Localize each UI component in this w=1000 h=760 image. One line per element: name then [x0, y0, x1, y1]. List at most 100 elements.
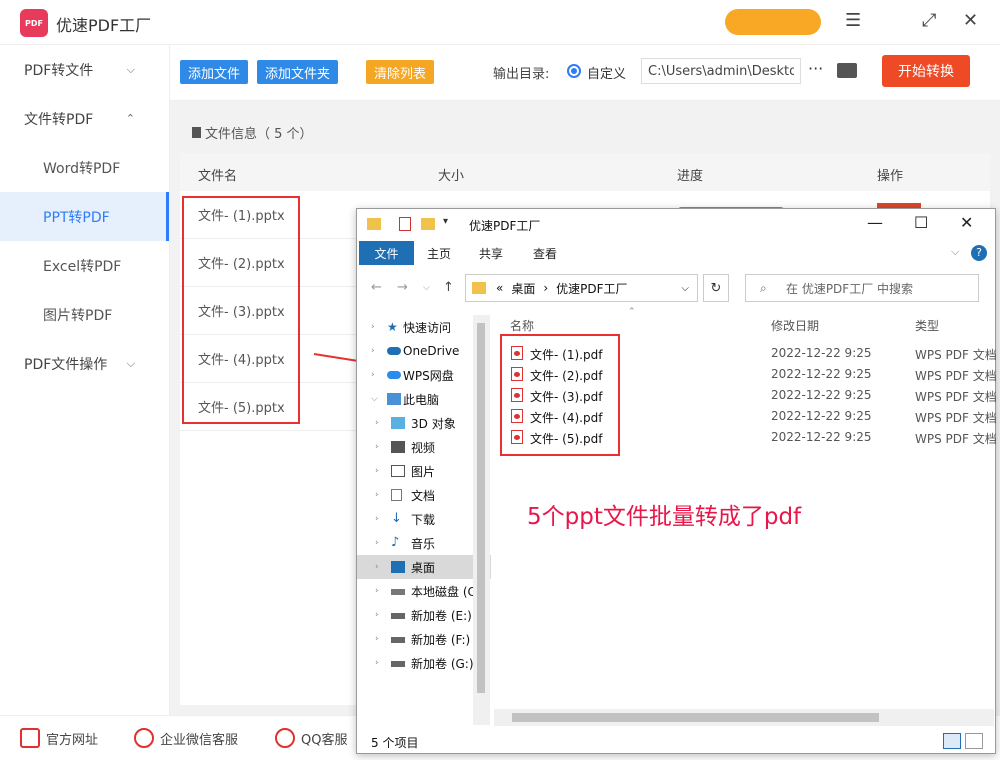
back-icon[interactable]: ←	[371, 280, 382, 295]
highlight-box-pptx	[182, 196, 300, 424]
tab-file[interactable]: 文件	[359, 241, 414, 265]
output-path-input[interactable]	[641, 58, 801, 84]
ribbon-expand-icon[interactable]: ⌵	[951, 245, 959, 259]
tree-item-wps-drive[interactable]: › WPS网盘	[357, 363, 491, 387]
explorer-titlebar: ▾ 优速PDF工厂 — ☐ ✕	[357, 209, 995, 241]
file-date: 2022-12-22 9:25	[771, 430, 872, 444]
add-file-button[interactable]: 添加文件	[180, 60, 249, 84]
tree-item-this-pc[interactable]: ⌵ 此电脑	[357, 387, 491, 411]
forward-icon[interactable]: →	[397, 280, 408, 295]
file-date: 2022-12-22 9:25	[771, 367, 872, 381]
drive-icon	[391, 637, 405, 643]
promo-button[interactable]	[725, 9, 821, 35]
folder-icon[interactable]	[837, 63, 857, 78]
breadcrumb-folder[interactable]: 优速PDF工厂	[556, 280, 627, 297]
tree-item-3d-objects[interactable]: › 3D 对象	[357, 411, 491, 435]
col-progress: 进度	[677, 169, 704, 184]
sidebar-item-word-to-pdf[interactable]: Word转PDF	[0, 143, 169, 192]
sidebar-item-label: 图片转PDF	[43, 307, 113, 324]
tree-item-label: 桌面	[411, 560, 436, 575]
help-icon[interactable]: ?	[971, 245, 987, 261]
sidebar-item-pdf-operations[interactable]: PDF文件操作 ⌵	[0, 339, 169, 388]
tab-view[interactable]: 查看	[533, 245, 557, 262]
properties-icon[interactable]	[399, 217, 411, 231]
video-icon	[391, 441, 405, 453]
tree-item-label: 新加卷 (F:)	[411, 632, 471, 647]
tree-item-label: 图片	[411, 464, 436, 479]
refresh-icon[interactable]: ↻	[703, 274, 729, 302]
col-type[interactable]: 类型	[915, 317, 939, 334]
expand-icon: ›	[371, 322, 375, 332]
official-site-link[interactable]: 官方网址	[20, 728, 98, 748]
close-icon[interactable]: ✕	[960, 213, 973, 232]
breadcrumb-separator-icon: ›	[543, 281, 549, 295]
sidebar-item-file-to-pdf[interactable]: 文件转PDF ⌃	[0, 94, 169, 143]
scrollbar-thumb[interactable]	[477, 323, 485, 693]
address-dropdown-icon[interactable]: ⌵	[681, 283, 689, 294]
expand-icon: ›	[375, 538, 379, 548]
expand-icon: ›	[375, 586, 379, 596]
tree-item-videos[interactable]: › 视频	[357, 435, 491, 459]
tab-share[interactable]: 共享	[479, 245, 503, 262]
tree-item-local-disk-c[interactable]: › 本地磁盘 (C	[357, 579, 491, 603]
recent-dropdown-icon[interactable]: ⌵	[423, 283, 430, 293]
scrollbar-thumb[interactable]	[512, 713, 879, 722]
tree-item-volume-e[interactable]: › 新加卷 (E:)	[357, 603, 491, 627]
file-type: WPS PDF 文档	[915, 390, 997, 404]
file-explorer-window: ▾ 优速PDF工厂 — ☐ ✕ 文件 主页 共享 查看 ⌵ ? ← → ⌵ ↑ …	[356, 208, 997, 754]
tree-item-music[interactable]: › ♪ 音乐	[357, 531, 491, 555]
wechat-support-label: 企业微信客服	[160, 732, 239, 748]
details-view-icon[interactable]	[943, 733, 961, 749]
address-bar[interactable]: « 桌面 › 优速PDF工厂 ⌵	[465, 274, 698, 302]
new-folder-icon[interactable]	[421, 218, 435, 230]
up-icon[interactable]: ↑	[443, 280, 454, 295]
qq-support-link[interactable]: QQ客服	[275, 728, 347, 748]
large-icons-view-icon[interactable]	[965, 733, 983, 749]
search-input[interactable]: ⌕ 在 优速PDF工厂 中搜索	[745, 274, 979, 302]
desktop-icon	[391, 561, 405, 573]
annotation-text: 5个ppt文件批量转成了pdf	[527, 504, 802, 530]
list-horizontal-scrollbar[interactable]	[494, 709, 994, 726]
more-icon[interactable]: ···	[808, 59, 823, 78]
sidebar-item-image-to-pdf[interactable]: 图片转PDF	[0, 290, 169, 339]
sidebar-item-label: Word转PDF	[43, 160, 121, 177]
tree-item-quick-access[interactable]: › ★ 快速访问	[357, 315, 491, 339]
explorer-navbar: ← → ⌵ ↑ « 桌面 › 优速PDF工厂 ⌵ ↻ ⌕ 在 优速PDF工厂 中…	[357, 271, 995, 305]
maximize-icon[interactable]: ☐	[914, 213, 928, 232]
menu-icon[interactable]: ☰	[845, 10, 861, 31]
col-filename: 文件名	[198, 169, 238, 184]
app-title: 优速PDF工厂	[56, 16, 152, 35]
quick-access-dropdown-icon[interactable]: ▾	[443, 216, 448, 227]
custom-radio-label: 自定义	[587, 67, 627, 82]
tree-item-volume-f[interactable]: › 新加卷 (F:)	[357, 627, 491, 651]
folder-icon	[367, 218, 381, 230]
col-name[interactable]: 名称	[510, 317, 534, 334]
close-icon[interactable]: ✕	[963, 10, 978, 31]
drive-icon	[391, 589, 405, 595]
expand-icon: ›	[375, 610, 379, 620]
tree-scrollbar[interactable]	[473, 315, 490, 725]
tree-item-desktop[interactable]: › 桌面	[357, 555, 491, 579]
tree-item-onedrive[interactable]: › OneDrive	[357, 339, 491, 363]
tree-item-downloads[interactable]: › ↓ 下载	[357, 507, 491, 531]
sort-up-icon: ⌃	[628, 307, 636, 317]
document-icon	[391, 489, 402, 501]
sidebar-item-ppt-to-pdf[interactable]: PPT转PDF	[0, 192, 169, 241]
breadcrumb-desktop[interactable]: 桌面	[511, 280, 535, 297]
clear-list-button[interactable]: 清除列表	[366, 60, 435, 84]
add-folder-button[interactable]: 添加文件夹	[257, 60, 339, 84]
tree-item-pictures[interactable]: › 图片	[357, 459, 491, 483]
tab-home[interactable]: 主页	[427, 245, 451, 262]
wechat-support-link[interactable]: 企业微信客服	[134, 728, 238, 748]
expand-icon: ›	[375, 442, 379, 452]
start-convert-button[interactable]: 开始转换	[882, 55, 970, 87]
custom-radio[interactable]	[567, 64, 581, 78]
tree-item-documents[interactable]: › 文档	[357, 483, 491, 507]
tree-item-volume-g[interactable]: › 新加卷 (G:)	[357, 651, 491, 675]
sidebar-item-pdf-to-file[interactable]: PDF转文件 ⌵	[0, 45, 169, 94]
maximize-icon[interactable]: ⤢	[922, 10, 936, 31]
col-date[interactable]: 修改日期	[771, 317, 819, 334]
tree-item-label: 此电脑	[403, 392, 440, 407]
minimize-icon[interactable]: —	[867, 213, 883, 232]
sidebar-item-excel-to-pdf[interactable]: Excel转PDF	[0, 241, 169, 290]
